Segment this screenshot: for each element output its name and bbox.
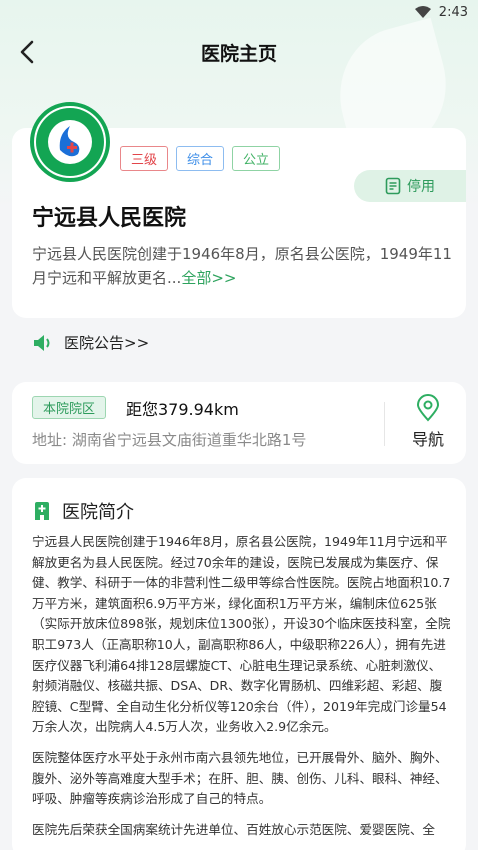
show-all-link[interactable]: 全部>>	[181, 269, 236, 287]
stop-label: 停用	[407, 179, 435, 195]
status-time: 2:43	[438, 4, 468, 20]
navigation-bar: 医院主页	[0, 28, 478, 76]
tag-type: 综合	[176, 146, 225, 171]
hospital-notice-link[interactable]: 医院公告>>	[32, 332, 149, 353]
campus-card: 本院院区 距您379.94km 地址: 湖南省宁远县文庙街道重华北路1号 导航	[12, 382, 466, 464]
hospital-summary: 宁远县人民医院创建于1946年8月，原名县公医院，1949年11月宁远和平解放更…	[32, 242, 452, 290]
hospital-building-icon	[35, 502, 49, 520]
address-text: 地址: 湖南省宁远县文庙街道重华北路1号	[32, 431, 307, 449]
campus-tag: 本院院区	[32, 396, 107, 419]
notice-label: 医院公告>>	[64, 334, 150, 352]
intro-paragraph: 宁远县人民医院创建于1946年8月，原名县公医院，1949年11月宁远和平解放更…	[32, 534, 451, 735]
intro-header: 医院简介	[32, 498, 134, 524]
tag-ownership: 公立	[232, 146, 281, 171]
intro-title: 医院简介	[62, 502, 134, 523]
location-pin-icon	[416, 394, 440, 422]
document-icon	[385, 177, 401, 195]
hospital-emblem-icon	[36, 108, 104, 176]
wifi-icon	[414, 6, 431, 18]
intro-paragraph: 医院整体医疗水平处于永州市南六县领先地位，已开展骨外、脑外、胸外、腹外、泌外等高…	[32, 749, 448, 807]
status-bar: 2:43	[0, 0, 478, 24]
divider	[384, 402, 385, 446]
navigate-label: 导航	[411, 430, 444, 449]
hospital-tags: 三级 综合 公立	[120, 146, 281, 171]
hospital-intro-card: 医院简介 宁远县人民医院创建于1946年8月，原名县公医院，1949年11月宁远…	[12, 478, 466, 850]
navigate-button[interactable]: 导航	[404, 394, 452, 454]
tag-level: 三级	[120, 146, 169, 171]
speaker-icon	[34, 334, 50, 351]
page-title: 医院主页	[200, 42, 277, 65]
hospital-logo	[30, 102, 110, 182]
distance-text: 距您379.94km	[126, 400, 239, 419]
hospital-summary-text: 宁远县人民医院创建于1946年8月，原名县公医院，1949年11月宁远和平解放更…	[32, 245, 452, 287]
intro-paragraph: 医院先后荣获全国病案统计先进单位、百姓放心示范医院、爱婴医院、全	[32, 821, 435, 837]
intro-body: 宁远县人民医院创建于1946年8月，原名县公医院，1949年11月宁远和平解放更…	[32, 532, 452, 850]
hospital-name: 宁远县人民医院	[32, 206, 187, 231]
back-arrow-icon[interactable]	[14, 38, 42, 66]
stop-button[interactable]: 停用	[354, 170, 466, 202]
